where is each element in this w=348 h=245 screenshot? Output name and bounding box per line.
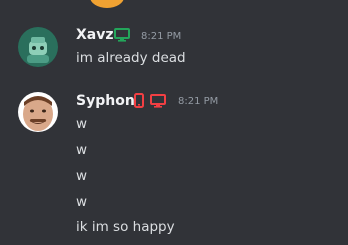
- message-text: w: [76, 194, 88, 210]
- author-name[interactable]: Xavz: [76, 26, 114, 44]
- avatar[interactable]: [18, 27, 58, 67]
- author-name[interactable]: Syphon: [76, 92, 135, 110]
- timestamp: 8:21 PM: [178, 96, 219, 107]
- avatar[interactable]: [18, 92, 58, 132]
- desktop-icon: [150, 94, 166, 108]
- message-text: im already dead: [76, 50, 186, 66]
- timestamp: 8:21 PM: [141, 31, 182, 42]
- partial-emoji-above: [90, 0, 124, 8]
- chat-viewport: Xavz 8:21 PM im already dead Syphon 8:21…: [0, 0, 348, 245]
- message-text: w: [76, 116, 88, 132]
- desktop-icon: [114, 28, 130, 42]
- message-text: ik im so happy: [76, 219, 175, 235]
- message-text: w: [76, 142, 88, 158]
- mobile-icon: [134, 93, 144, 108]
- message-text: w: [76, 168, 88, 184]
